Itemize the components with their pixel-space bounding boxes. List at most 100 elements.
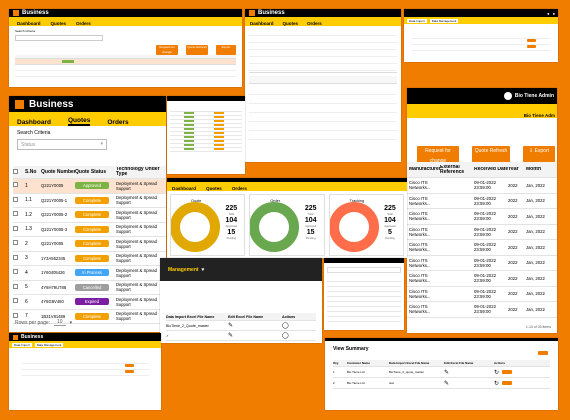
delete-icon[interactable]: ◯	[282, 332, 312, 339]
table-row[interactable]: 6 4Y8G8V460 Expired Deployment & Spread Sup…	[13, 295, 166, 310]
table-row[interactable]: Cisco ITS Networks... 09-01-2022 23:59:00…	[407, 240, 557, 256]
row-checkbox[interactable]	[13, 269, 18, 275]
table-row[interactable]: Cisco ITS Networks... 09-01-2022 23:59:00…	[407, 287, 557, 302]
tab-data-import[interactable]: Data Import	[12, 342, 32, 347]
tab-orders[interactable]: Orders	[307, 21, 322, 26]
row-checkbox[interactable]	[13, 182, 18, 188]
tab-dashboard[interactable]: Dashboard	[17, 21, 41, 26]
row-checkbox[interactable]	[13, 196, 18, 202]
dashboard-card[interactable]: Quote 225 Total 104 Approved 15 Pending	[170, 194, 246, 256]
cell-quote-number: Q221Y0005-3	[41, 226, 68, 232]
details-bottom-table	[249, 86, 397, 146]
table-row[interactable]: 2 Bio Tiene Ltd test ✎ ↻	[333, 378, 550, 389]
table-header: Manufacturer External Reference Received…	[407, 162, 557, 178]
status-placeholder: Status	[21, 142, 36, 148]
table-row[interactable]: Cisco ITS Networks... 09-01-2022 23:59:00…	[407, 194, 557, 209]
status-select[interactable]	[15, 35, 103, 41]
table-row[interactable]: Cisco ITS Networks... 09-01-2022 23:59:00…	[407, 225, 557, 240]
table-row[interactable]: Cisco ITS Networks... 09-01-2022 23:59:00…	[407, 256, 557, 271]
edit-icon[interactable]: ✎	[444, 369, 494, 376]
brand-logo	[13, 10, 19, 16]
edit-icon[interactable]: ✎	[228, 332, 282, 339]
tab-dashboard[interactable]: Dashboard	[250, 21, 274, 26]
cell-customer: Bio Tiene Ltd	[347, 370, 365, 374]
table-header: Org Customer Name Data Import Excel File…	[333, 360, 550, 367]
add-button[interactable]	[538, 351, 548, 355]
table-row[interactable]: 1 Bio Tiene Ltd BioTiene_2_quote_master ✎ ↻	[333, 367, 550, 378]
row-checkbox[interactable]	[13, 240, 18, 246]
col-external-reference: External Reference	[440, 164, 465, 175]
tab-orders[interactable]: Orders	[76, 21, 91, 26]
table-row[interactable]: 1.1 Q221Y0005-1 Complete Deployment & Sprea…	[13, 194, 166, 208]
dashboard-cards: Quote 225 Total 104 Approved 15 Pending Order 22…	[167, 191, 407, 258]
tab-dashboard[interactable]: Dashboard	[17, 119, 51, 126]
rows-per-page-select[interactable]: 10	[54, 319, 66, 326]
cell-sno: 3	[25, 255, 28, 262]
table-row[interactable]: Cisco ITS Networks... 09-01-2022 23:59:00…	[407, 302, 557, 318]
table-row[interactable]: 1.3 Q221Y0005-3 Complete Deployment & Sprea…	[13, 223, 166, 237]
refresh-icon[interactable]: ↻	[494, 380, 499, 387]
tab-data-management[interactable]: Data Management	[34, 342, 64, 347]
row-checkbox[interactable]	[13, 225, 18, 231]
user-icon[interactable]: ●	[553, 11, 555, 16]
cell-org: 2	[333, 381, 335, 385]
table-row[interactable]: 1.2 Q221Y0005-2 Complete Deployment & Sprea…	[13, 208, 166, 223]
dashboard-card[interactable]: Tracking 225 Total 104 Approved 5 Pending	[328, 194, 404, 256]
tab-quotes[interactable]: Quotes	[67, 117, 91, 126]
dashboard-card[interactable]: Order 225 Total 104 Approved 15 Pending	[249, 194, 325, 256]
edit-icon[interactable]: ✎	[228, 322, 282, 329]
tab-quotes[interactable]: Quotes	[283, 21, 299, 26]
delete-icon[interactable]: ◯	[282, 322, 312, 329]
card-stats: 225 Total 104 Approved 5 Pending	[379, 205, 401, 241]
tab-dashboard[interactable]: Dashboard	[172, 186, 196, 191]
row-checkbox[interactable]	[13, 254, 18, 260]
tab-data-management[interactable]: Data Management	[429, 18, 459, 23]
edit-icon[interactable]: ✎	[444, 380, 494, 387]
file-name: BioTiene_2_Quote_master	[166, 323, 209, 328]
export-button[interactable]: Export	[216, 45, 236, 55]
user-avatar-icon[interactable]	[503, 92, 512, 100]
col-received-date: Received Date	[474, 167, 508, 172]
notification-icon[interactable]: ●	[547, 11, 549, 16]
table-row[interactable]: Cisco ITS Networks... 09-01-2022 23:59:00…	[407, 209, 557, 225]
cell-sno: 1	[25, 182, 28, 189]
chevron-down-icon: ▾	[100, 141, 103, 147]
table-row[interactable]: 3 1Y3A562345 Complete Deployment & Spread S…	[13, 252, 166, 266]
nav-bar: Dashboard Quotes Orders	[245, 17, 401, 26]
quote-refresh-button[interactable]: Quote Refresh	[186, 45, 208, 55]
sheet-grid	[170, 108, 242, 154]
view-button[interactable]	[502, 381, 513, 385]
screenshot-management: Management ▾ Data Import Excel File Name…	[160, 258, 322, 343]
status-select[interactable]: Status ▾	[17, 139, 107, 150]
row-checkbox[interactable]	[13, 211, 18, 217]
table-cell: Cisco ITS Networks...	[409, 304, 431, 315]
tab-data-import[interactable]: Data Import	[407, 18, 427, 23]
user-greeting[interactable]: Bio Tiene Admin	[515, 93, 554, 99]
row-checkbox[interactable]	[13, 283, 18, 289]
table-row[interactable]: 1 Q221Y0005 Approved Deployment & Spread Su…	[13, 179, 166, 194]
tab-quotes[interactable]: Quotes	[206, 186, 222, 191]
table-cell: 09-01-2022 23:59:00	[474, 273, 496, 284]
table-row[interactable]: 4 1Y60405426 In Process Deployment & Spread…	[13, 266, 166, 281]
table-row[interactable]: 2 Q221Y0005 Complete Deployment & Spread Su…	[13, 237, 166, 252]
table-row[interactable]: Cisco ITS Networks... 09-01-2022 23:59:00…	[407, 178, 557, 194]
tab-quotes[interactable]: Quotes	[51, 21, 67, 26]
refresh-icon[interactable]: ↻	[494, 369, 499, 376]
tab-orders[interactable]: Orders	[232, 186, 247, 191]
cell-sno: 1.1	[25, 197, 32, 204]
select-all-checkbox[interactable]	[13, 168, 18, 174]
nav-bar: Dashboard Quotes Orders	[9, 112, 166, 126]
cell-technology: Deployment & Spread Support	[116, 267, 157, 278]
nav-bar: Dashboard Quotes Orders	[9, 17, 242, 26]
header-bar: Business	[9, 9, 242, 17]
request-change-button[interactable]: Request for change	[156, 45, 178, 55]
table-row[interactable]: 5 4Y8H79U786 Cancelled Deployment & Spread …	[13, 281, 166, 295]
screenshot-view-summary: View Summary Org Customer Name Data Impo…	[325, 338, 558, 410]
details-subtabs	[249, 76, 397, 84]
view-button[interactable]	[502, 370, 513, 374]
tab-orders[interactable]: Orders	[107, 119, 128, 126]
row-checkbox[interactable]	[13, 312, 18, 318]
table-row[interactable]: Cisco ITS Networks... 09-01-2022 23:59:00…	[407, 271, 557, 287]
row-checkbox[interactable]	[13, 298, 18, 304]
screenshot-data-management: ● ● Data Import Data Management	[404, 9, 558, 62]
